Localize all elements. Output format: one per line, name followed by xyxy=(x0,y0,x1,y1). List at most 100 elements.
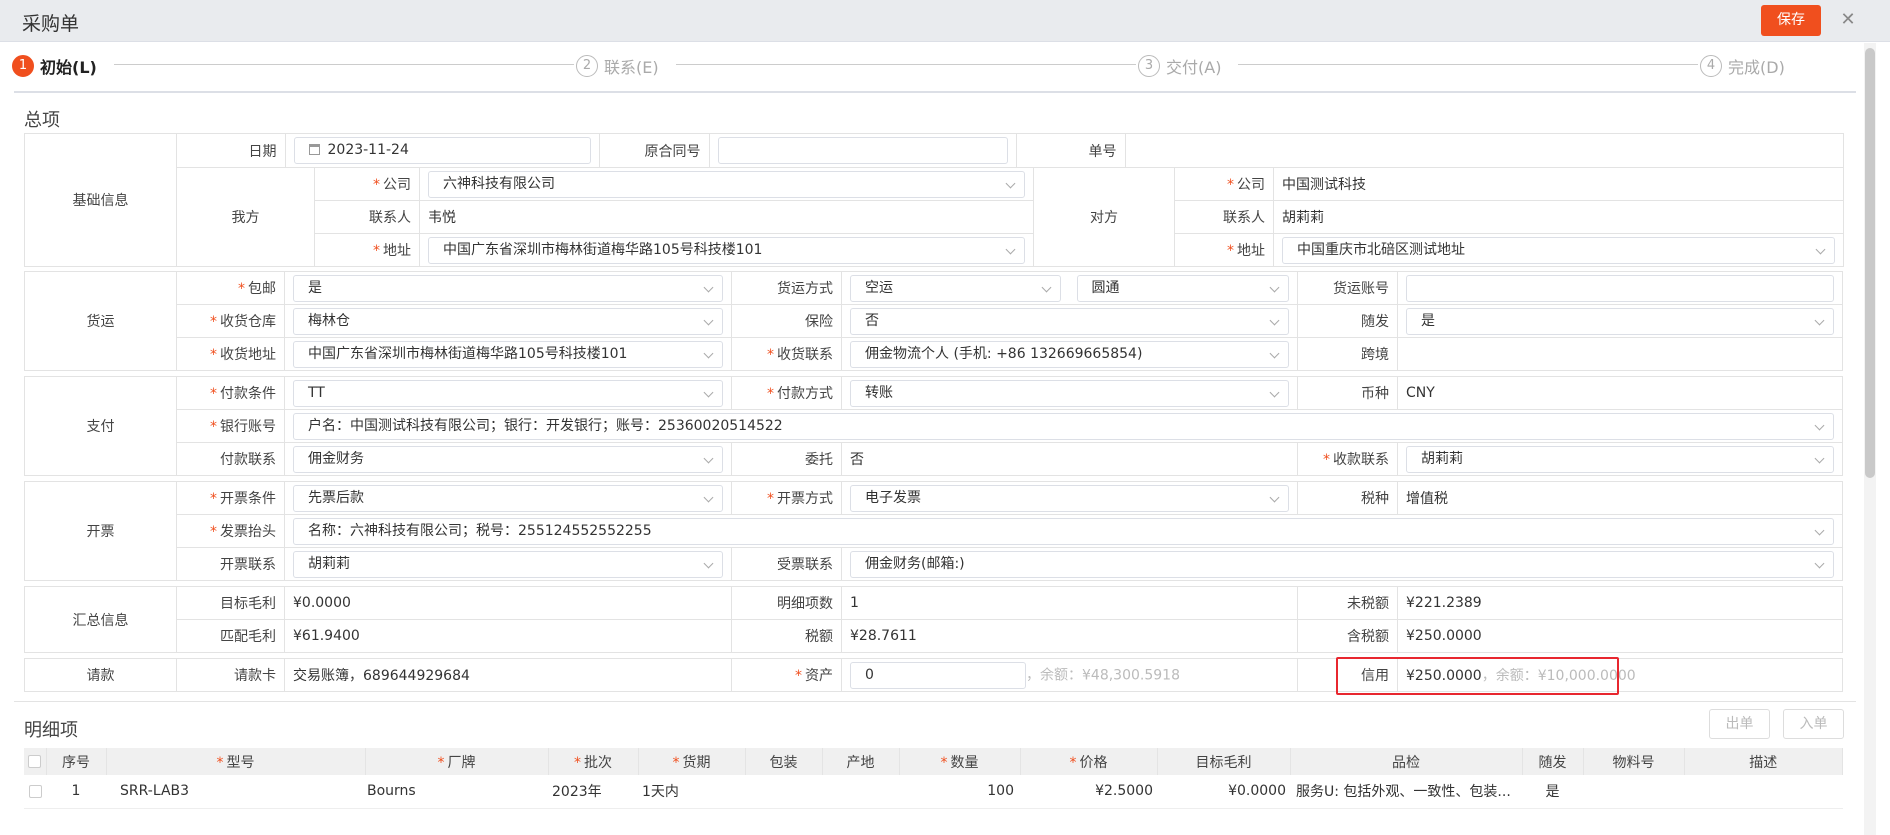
chevron-down-icon xyxy=(703,558,714,568)
carrier-select[interactable]: 圆通 xyxy=(1076,274,1289,302)
with-tax-label: 含税额 xyxy=(1297,619,1398,653)
cell-material xyxy=(1583,775,1684,809)
pay-method-label: 付款方式 xyxy=(777,386,833,402)
page-scrollbar[interactable] xyxy=(1864,43,1876,835)
insurance-select[interactable]: 否 xyxy=(850,307,1289,335)
bank-label: 银行账号 xyxy=(220,419,276,435)
contract-label: 原合同号 xyxy=(599,134,710,167)
chevron-down-icon xyxy=(703,492,714,502)
col-header: * 厂牌 xyxy=(365,748,549,775)
step-label: 初始(L) xyxy=(40,58,97,77)
number-value xyxy=(1125,135,1843,167)
chevron-down-icon xyxy=(703,453,714,463)
group-payment: 支付 xyxy=(24,376,177,476)
recv-address-value: 中国广东省深圳市梅林街道梅华路105号科技楼101 xyxy=(308,345,628,362)
inv-contact-select[interactable]: 胡莉莉 xyxy=(293,550,723,578)
section-divider xyxy=(14,701,1856,702)
their-address-select[interactable]: 中国重庆市北碚区测试地址 xyxy=(1282,236,1836,264)
scrollbar-thumb[interactable] xyxy=(1865,48,1875,478)
target-margin-label: 目标毛利 xyxy=(176,586,285,620)
step-connector xyxy=(676,64,1136,65)
pay-terms-select[interactable]: TT xyxy=(293,379,723,407)
their-address-value: 中国重庆市北碚区测试地址 xyxy=(1297,241,1465,258)
totals-table: 汇总信息 目标毛利 ¥0.0000 明细项数 1 未税额 ¥221.2389 匹… xyxy=(24,586,1843,653)
in-order-button[interactable]: 入单 xyxy=(1783,709,1844,739)
col-header: 物料号 xyxy=(1583,748,1685,775)
pretax-value: ¥221.2389 xyxy=(1397,586,1843,620)
pay-method-value: 转账 xyxy=(865,384,893,401)
chevron-down-icon xyxy=(1269,387,1280,397)
step-number: 3 xyxy=(1138,55,1160,77)
chevron-down-icon xyxy=(1005,244,1016,254)
inv-receiver-select[interactable]: 佣金财务(邮箱:) xyxy=(850,550,1834,578)
inv-terms-select[interactable]: 先票后款 xyxy=(293,484,723,512)
credit-highlight-box xyxy=(1336,657,1619,695)
cell-batch: 2023年 xyxy=(548,775,638,809)
recv-contact-select[interactable]: 佣金物流个人 (手机: +86 132669665854) xyxy=(850,340,1289,368)
inv-terms-label: 开票条件 xyxy=(220,491,276,507)
close-icon[interactable]: ✕ xyxy=(1838,8,1858,32)
tax-amount-value: ¥28.7611 xyxy=(841,619,1298,653)
their-contact-label: 联系人 xyxy=(1174,200,1274,234)
group-theirs: 对方 xyxy=(1033,167,1175,267)
select-all-checkbox[interactable] xyxy=(28,755,42,768)
warehouse-select[interactable]: 梅林仓 xyxy=(293,307,723,335)
chevron-down-icon xyxy=(1269,315,1280,325)
our-company-select[interactable]: 六神科技有限公司 xyxy=(428,170,1025,198)
step-initial[interactable]: 1 初始(L) xyxy=(12,54,97,78)
chevron-down-icon xyxy=(1814,420,1825,430)
bank-account-select[interactable]: 户名：中国测试科技有限公司；银行：开发银行；账号：25360020514522 xyxy=(293,412,1834,440)
inv-method-label: 开票方式 xyxy=(777,491,833,507)
date-picker[interactable]: 2023-11-24 xyxy=(293,137,591,164)
step-number: 2 xyxy=(576,55,598,77)
pay-terms-value: TT xyxy=(308,384,325,401)
recv-contact-label: 收货联系 xyxy=(777,347,833,363)
detail-header-row: 序号 * 型号 * 厂牌 * 批次 * 货期 包装 产地 * 数量 * 价格 目标毛利 品检… xyxy=(24,748,1843,775)
step-label: 完成(D) xyxy=(1728,58,1785,77)
receive-contact-select[interactable]: 胡莉莉 xyxy=(1406,445,1834,473)
col-header: 产地 xyxy=(822,748,900,775)
inv-contact-label: 开票联系 xyxy=(176,547,285,581)
window-titlebar: 采购单 保存 ✕ xyxy=(0,0,1890,42)
contract-input[interactable] xyxy=(717,137,1008,164)
pay-contact-value: 佣金财务 xyxy=(308,450,364,467)
cell-price: ¥2.5000 xyxy=(1020,775,1157,809)
step-contact[interactable]: 2 联系(E) xyxy=(576,54,659,78)
inv-header-select[interactable]: 名称：六神科技有限公司；税号：255124552552255 xyxy=(293,517,1834,545)
pay-method-select[interactable]: 转账 xyxy=(850,379,1289,407)
ship-method-select[interactable]: 空运 xyxy=(850,274,1061,302)
table-row[interactable]: 1 SRR-LAB3 Bourns 2023年 1天内 100 ¥2.5000 … xyxy=(24,775,1843,809)
number-label: 单号 xyxy=(1016,134,1126,167)
col-header: 描述 xyxy=(1684,748,1843,775)
col-header: * 数量 xyxy=(899,748,1021,775)
ship-account-input[interactable] xyxy=(1406,274,1834,302)
row-checkbox[interactable] xyxy=(28,784,42,798)
cell-lead: 1天内 xyxy=(638,775,745,809)
payment-table: 支付 * 付款条件 TT * 付款方式 转账 币种 CNY * 银行账号 户名：中国测… xyxy=(24,376,1843,476)
step-complete[interactable]: 4 完成(D) xyxy=(1700,54,1785,78)
pay-contact-select[interactable]: 佣金财务 xyxy=(293,445,723,473)
cell-pack xyxy=(745,775,822,809)
asset-input[interactable]: 0 xyxy=(850,661,1026,689)
section-title-summary: 总项 xyxy=(24,110,60,131)
free-shipping-select[interactable]: 是 xyxy=(293,274,723,302)
save-button[interactable]: 保存 xyxy=(1761,5,1821,36)
cross-border-value xyxy=(1397,337,1843,371)
ship-account-label: 货运账号 xyxy=(1297,271,1398,305)
calendar-icon xyxy=(308,144,320,155)
inv-method-select[interactable]: 电子发票 xyxy=(850,484,1289,512)
carrier-value: 圆通 xyxy=(1091,279,1120,296)
cell-qc: 服务U: 包括外观、一致性、包装... xyxy=(1290,775,1522,809)
chevron-down-icon xyxy=(703,282,714,292)
follow-select[interactable]: 是 xyxy=(1406,307,1834,335)
chevron-down-icon xyxy=(1005,178,1016,188)
our-address-select[interactable]: 中国广东省深圳市梅林街道梅华路105号科技楼101 xyxy=(428,236,1025,264)
recv-address-select[interactable]: 中国广东省深圳市梅林街道梅华路105号科技楼101 xyxy=(293,340,723,368)
asset-label: 资产 xyxy=(805,668,833,684)
out-order-button[interactable]: 出单 xyxy=(1709,709,1770,739)
currency-label: 币种 xyxy=(1297,376,1398,410)
tax-type-label: 税种 xyxy=(1297,481,1398,515)
cell-margin: ¥0.0000 xyxy=(1157,775,1290,809)
step-delivery[interactable]: 3 交付(A) xyxy=(1138,54,1221,78)
receive-contact-label: 收款联系 xyxy=(1333,452,1389,468)
